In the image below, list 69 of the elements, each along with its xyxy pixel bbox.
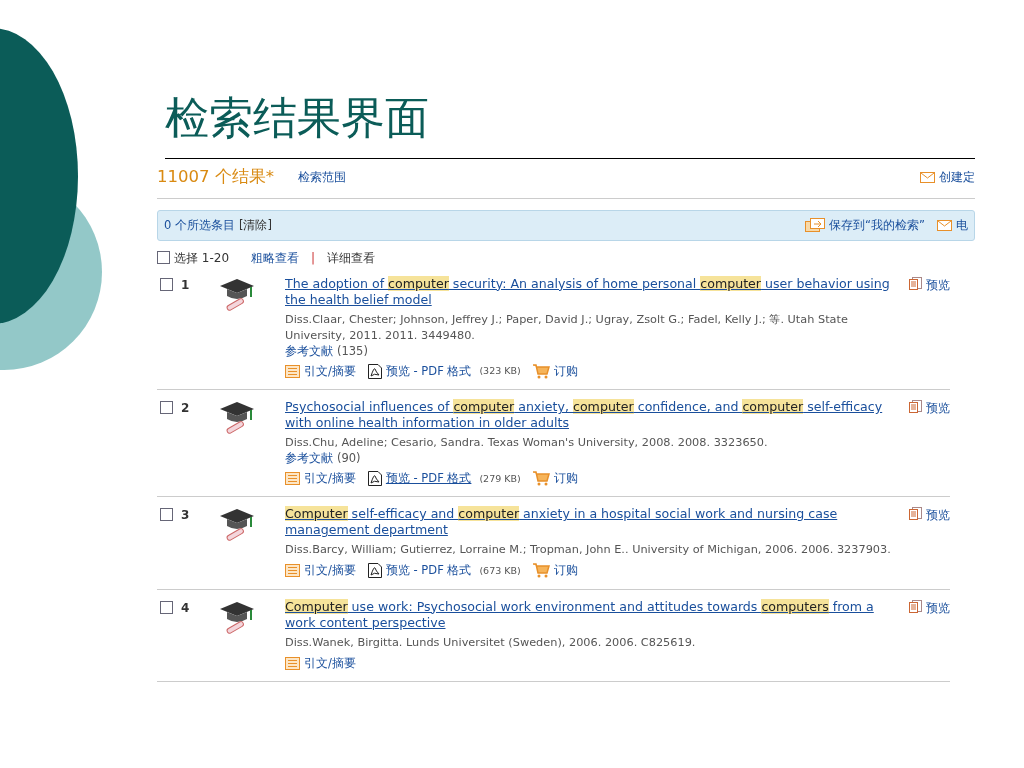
pdf-icon bbox=[367, 563, 382, 579]
checkbox[interactable] bbox=[160, 401, 173, 414]
abstract-link[interactable]: 引文/摘要 bbox=[304, 654, 356, 672]
reference-count: (135) bbox=[337, 343, 368, 359]
checkbox[interactable] bbox=[160, 508, 173, 522]
preview-link[interactable]: 预览 bbox=[926, 400, 950, 418]
file-size: (323 KB) bbox=[479, 364, 521, 379]
citation-text: Diss.Chu, Adeline; Cesario, Sandra. Texas Woman's University, 2008. 2008. 3323650. bbox=[285, 435, 769, 451]
document-icon bbox=[909, 400, 922, 413]
file-size: (279 KB) bbox=[479, 471, 521, 486]
result-number: 2 bbox=[181, 400, 190, 417]
result-title-link[interactable]: Computer use work: Psychosocial work environment and attitudes towards computers from a work content perspective bbox=[285, 598, 895, 631]
file-size: (673 KB) bbox=[479, 563, 521, 578]
references-link[interactable]: 参考文献 bbox=[285, 343, 333, 359]
save-folder-icon bbox=[805, 218, 826, 233]
result-number: 1 bbox=[181, 276, 190, 294]
view-mode-link[interactable]: 详细查看 bbox=[327, 248, 376, 267]
save-search-link[interactable]: 保存到“我的检索” bbox=[829, 216, 925, 234]
abstract-link[interactable]: 引文/摘要 bbox=[304, 470, 356, 488]
reference-count: (90) bbox=[337, 451, 361, 466]
order-link[interactable]: 订购 bbox=[553, 470, 578, 488]
pdf-preview-link[interactable]: 预览 - PDF 格式 bbox=[385, 470, 472, 488]
pdf-preview-link[interactable]: 预览 - PDF 格式 bbox=[385, 562, 472, 580]
citation-text: Diss.Barcy, William; Gutierrez, Lorraine M.; Tropman, John E.. University of Michigan, 2006. 2006. 3237903. bbox=[285, 542, 892, 559]
select-range-label: 选择 1-20 bbox=[174, 249, 230, 267]
search-scope-link[interactable]: 检索范围 bbox=[298, 168, 346, 186]
view-mode-link[interactable]: 粗略查看 bbox=[251, 248, 300, 267]
selected-count: 0 个所选条目 bbox=[164, 216, 235, 234]
email-link[interactable]: 电 bbox=[956, 216, 968, 234]
graduation-cap-icon bbox=[218, 399, 256, 435]
pdf-icon bbox=[367, 471, 382, 487]
document-icon bbox=[909, 507, 922, 521]
result-title-link[interactable]: The adoption of computer security: An analysis of home personal computer user behavior using the health belief model bbox=[285, 275, 895, 308]
result-title-link[interactable]: Psychosocial influences of computer anxiety, computer confidence, and computer self-efficacy with online health information in older adults bbox=[285, 399, 895, 431]
document-icon bbox=[909, 276, 922, 290]
shopping-cart-icon bbox=[532, 563, 550, 579]
abstract-link[interactable]: 引文/摘要 bbox=[304, 362, 356, 380]
document-icon bbox=[285, 564, 300, 578]
citation-text: Diss.Claar, Chester; Johnson, Jeffrey J.; Paper, David J.; Ugray, Zsolt G.; Fadel, Kelly J.; 等. Utah State University, 2011. 2011. 3449480. bbox=[285, 311, 849, 344]
shopping-cart-icon bbox=[532, 363, 550, 379]
result-title-link[interactable]: Computer self-efficacy and computer anxiety in a hospital social work and nursing case management department bbox=[285, 506, 895, 539]
document-icon bbox=[285, 472, 300, 486]
document-icon bbox=[285, 364, 300, 378]
pdf-icon bbox=[367, 363, 382, 379]
shopping-cart-icon bbox=[532, 471, 550, 487]
preview-link[interactable]: 预览 bbox=[926, 507, 950, 525]
slide-title: 检索结果界面 bbox=[165, 96, 975, 159]
order-link[interactable]: 订购 bbox=[553, 562, 578, 580]
preview-link[interactable]: 预览 bbox=[926, 276, 950, 294]
citation-text: Diss.Wanek, Birgitta. Lunds Universitet (Sweden), 2006. 2006. C825619. bbox=[285, 634, 697, 651]
document-icon bbox=[285, 656, 300, 670]
mail-icon bbox=[920, 171, 935, 183]
result-count: 11007 个结果* bbox=[157, 166, 274, 188]
checkbox[interactable] bbox=[160, 277, 173, 291]
document-icon bbox=[909, 599, 922, 613]
mail-icon bbox=[937, 219, 952, 231]
abstract-link[interactable]: 引文/摘要 bbox=[304, 562, 356, 580]
references-link[interactable]: 参考文献 bbox=[285, 451, 333, 466]
order-link[interactable]: 订购 bbox=[553, 362, 578, 380]
pdf-preview-link[interactable]: 预览 - PDF 格式 bbox=[385, 362, 472, 380]
create-alert-link[interactable]: 创建定 bbox=[939, 168, 975, 186]
result-number: 4 bbox=[181, 599, 190, 617]
result-number: 3 bbox=[181, 507, 190, 525]
checkbox[interactable] bbox=[160, 600, 173, 614]
separator: | bbox=[311, 249, 316, 267]
checkbox[interactable] bbox=[157, 251, 170, 265]
preview-link[interactable]: 预览 bbox=[926, 599, 950, 617]
graduation-cap-icon bbox=[218, 506, 256, 543]
clear-link[interactable]: [清除] bbox=[239, 216, 272, 234]
